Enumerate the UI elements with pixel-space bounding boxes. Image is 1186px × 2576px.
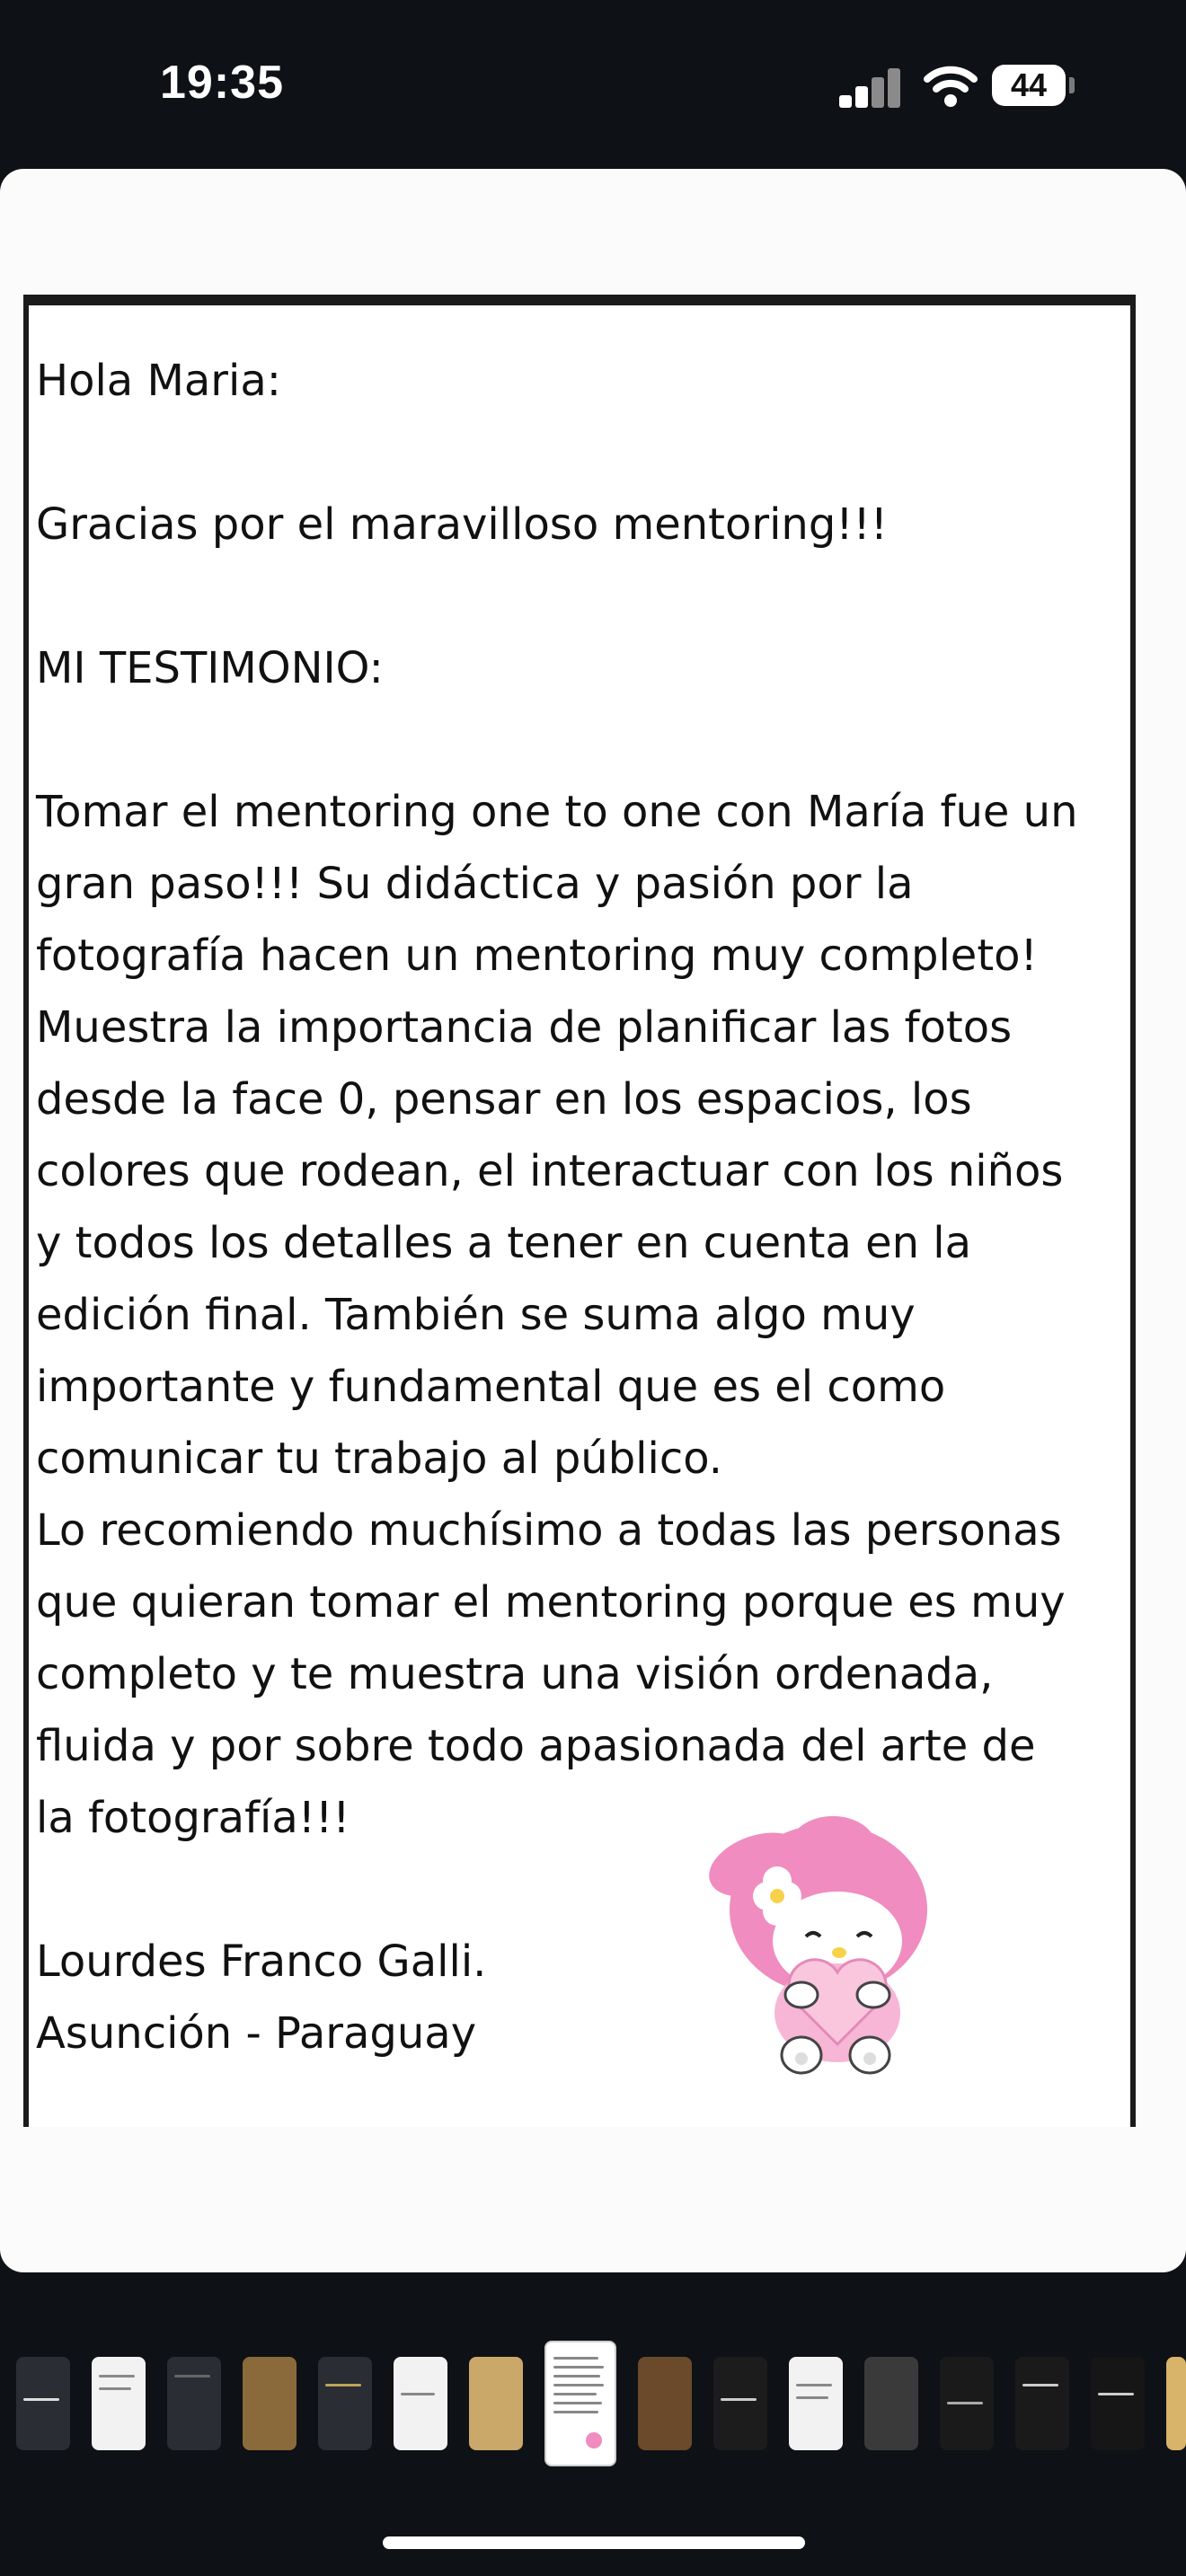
signature-name: Lourdes Franco Galli. [36, 1936, 487, 1987]
body-line: completo y te muestra una visión ordenad… [36, 1649, 994, 1699]
image-viewer-sheet[interactable]: Hola Maria: Gracias por el maravilloso m… [0, 169, 1186, 2272]
thumbnail[interactable] [638, 2357, 692, 2450]
body-line: la fotografía!!! [36, 1793, 350, 1843]
thumbnail[interactable] [16, 2357, 70, 2450]
body-line: importante y fundamental que es el como [36, 1362, 946, 1412]
greeting: Hola Maria: [36, 356, 281, 406]
body-line: que quieran tomar el mentoring porque es… [36, 1577, 1066, 1628]
cellular-signal-icon [839, 66, 902, 108]
body-line: desde la face 0, pensar en los espacios,… [36, 1074, 972, 1125]
testimonial-heading: MI TESTIMONIO: [36, 643, 384, 693]
body-line: Tomar el mentoring one to one con María … [36, 787, 1078, 837]
thanks-line: Gracias por el maravilloso mentoring!!! [36, 499, 889, 550]
battery-icon: 44 [992, 65, 1066, 106]
body-line: edición final. También se suma algo muy [36, 1290, 916, 1340]
thumbnail[interactable] [167, 2357, 221, 2450]
body-line: fotografía hacen un mentoring muy comple… [36, 931, 1038, 981]
body-line: Lo recomiendo muchísimo a todas las pers… [36, 1505, 1062, 1556]
thumbnail-selected[interactable] [544, 2341, 616, 2466]
body-line: gran paso!!! Su didáctica y pasión por l… [36, 859, 914, 909]
thumbnail[interactable] [318, 2357, 372, 2450]
wifi-icon [924, 66, 978, 107]
my-melody-sticker-icon [709, 1816, 927, 2075]
thumbnail-strip[interactable] [0, 2335, 1186, 2466]
thumbnail[interactable] [864, 2357, 918, 2450]
body-line: y todos los detalles a tener en cuenta e… [36, 1218, 972, 1268]
thumbnail[interactable] [92, 2357, 146, 2450]
body-line: fluida y por sobre todo apasionada del a… [36, 1721, 1036, 1771]
thumbnail[interactable] [789, 2357, 843, 2450]
status-time: 19:35 [160, 57, 284, 109]
thumbnail[interactable] [469, 2357, 523, 2450]
home-indicator[interactable] [383, 2536, 805, 2549]
battery-level: 44 [1010, 66, 1048, 103]
thumbnail[interactable] [394, 2357, 447, 2450]
thumbnail[interactable] [940, 2357, 994, 2450]
thumbnail[interactable] [1015, 2357, 1069, 2450]
testimonial-text: Hola Maria: Gracias por el maravilloso m… [36, 345, 1141, 2069]
thumbnail[interactable] [1166, 2357, 1186, 2450]
thumbnail[interactable] [1091, 2357, 1145, 2450]
thumbnail[interactable] [243, 2357, 296, 2450]
signature-place: Asunción - Paraguay [36, 2008, 477, 2059]
body-line: colores que rodean, el interactuar con l… [36, 1146, 1064, 1196]
body-line: comunicar tu trabajo al público. [36, 1434, 723, 1484]
thumbnail[interactable] [713, 2357, 767, 2450]
testimonial-document: Hola Maria: Gracias por el maravilloso m… [23, 295, 1136, 2127]
body-line: Muestra la importancia de planificar las… [36, 1002, 1013, 1053]
battery-cap [1069, 77, 1075, 93]
